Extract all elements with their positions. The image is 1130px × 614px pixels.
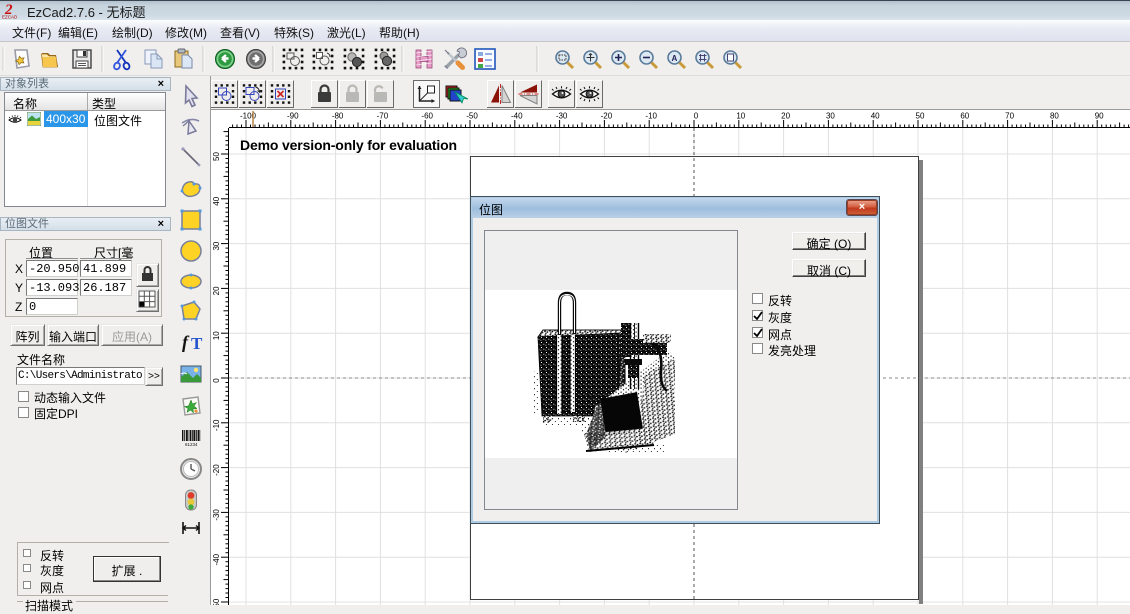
svg-text:50: 50	[212, 152, 221, 161]
svg-text:40: 40	[212, 196, 221, 205]
svg-text:T: T	[191, 334, 203, 353]
svg-text:70: 70	[1005, 112, 1014, 121]
svg-text:10: 10	[736, 112, 745, 121]
svg-text:0: 0	[212, 378, 221, 383]
svg-text:-90: -90	[287, 112, 299, 121]
svg-text:50: 50	[916, 112, 925, 121]
svg-text:EZCAD: EZCAD	[2, 15, 18, 20]
svg-text:-10: -10	[212, 419, 221, 431]
svg-text:Demo version-only for evaluati: Demo version-only for evaluation	[240, 137, 457, 153]
svg-text:-70: -70	[377, 112, 389, 121]
svg-text:80: 80	[1050, 112, 1059, 121]
svg-text:40: 40	[871, 112, 880, 121]
svg-text:-100: -100	[240, 112, 257, 121]
svg-text:-30: -30	[212, 509, 221, 521]
svg-text:-40: -40	[212, 553, 221, 565]
svg-text:20: 20	[212, 286, 221, 295]
svg-text:60: 60	[960, 112, 969, 121]
svg-text:-60: -60	[421, 112, 433, 121]
svg-text:-10: -10	[645, 112, 657, 121]
svg-text:-50: -50	[466, 112, 478, 121]
svg-text:f: f	[182, 332, 190, 352]
svg-text:-50: -50	[212, 598, 221, 605]
svg-text:30: 30	[212, 241, 221, 250]
svg-text:10: 10	[212, 331, 221, 340]
svg-text:-80: -80	[332, 112, 344, 121]
svg-text:-30: -30	[556, 112, 568, 121]
svg-text:61234: 61234	[185, 442, 198, 447]
svg-text:-20: -20	[601, 112, 613, 121]
svg-text:-40: -40	[511, 112, 523, 121]
svg-text:20: 20	[781, 112, 790, 121]
svg-text:-20: -20	[212, 464, 221, 476]
svg-text:90: 90	[1095, 112, 1104, 121]
svg-text:A: A	[672, 54, 678, 63]
svg-text:30: 30	[826, 112, 835, 121]
svg-text:0: 0	[694, 112, 699, 121]
